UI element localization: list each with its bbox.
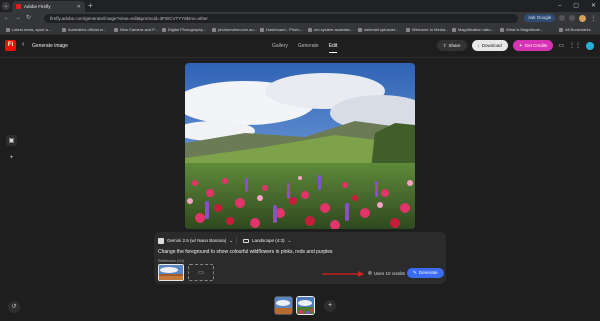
url-field[interactable]: firefly.adobe.com/generate/image?view=ed… xyxy=(44,14,518,23)
header-actions: ⇪ Share ↓ Download ✦ Get Credits ▭ ⋮⋮ xyxy=(436,40,594,51)
generate-button[interactable]: ✎ Generate xyxy=(407,268,444,278)
add-image-icon: ▭ xyxy=(198,270,204,276)
model-icon xyxy=(158,237,164,244)
image-tool-icon[interactable]: ▣ xyxy=(6,135,17,146)
sparkle-icon: ✦ xyxy=(518,43,523,48)
reload-icon[interactable]: ↻ xyxy=(26,15,31,22)
bookmark-item[interactable]: What is Magnificati... xyxy=(500,27,543,32)
page-title: Generate image xyxy=(32,43,68,49)
get-credits-button[interactable]: ✦ Get Credits xyxy=(512,40,554,51)
chevron-down-icon: ⌄ xyxy=(229,237,234,243)
references-label: References (1/4) xyxy=(158,259,185,263)
profile-avatar[interactable] xyxy=(579,14,587,22)
chevron-down-icon: ⌄ xyxy=(287,237,292,243)
all-bookmarks[interactable]: All Bookmarks xyxy=(559,27,591,32)
extension-icon[interactable] xyxy=(569,15,576,21)
filmstrip-thumbnail[interactable] xyxy=(274,296,293,315)
prompt-panel: Gemini 2.5 (w/ Nano Banana) ⌄ Landscape … xyxy=(154,232,446,284)
address-bar-actions: Ask Google ⋮ xyxy=(524,14,596,22)
apps-grid-icon[interactable]: ⋮⋮ xyxy=(569,42,581,49)
browser-tab-bar: ⌄ Adobe Firefly ✕ + – ▢ ✕ xyxy=(0,0,600,12)
model-label: Gemini 2.5 (w/ Nano Banana) xyxy=(167,238,227,243)
credits-icon: ◍ xyxy=(368,270,372,275)
aspect-ratio-label: Landscape (4:3) xyxy=(252,238,285,243)
new-tab-icon[interactable]: + xyxy=(88,1,93,11)
back-icon[interactable]: ← xyxy=(4,15,10,22)
firefly-logo[interactable]: Fi xyxy=(5,40,16,51)
reference-thumbnail[interactable] xyxy=(158,264,184,281)
divider xyxy=(236,237,237,244)
extension-icon[interactable] xyxy=(559,15,566,21)
browser-menu-icon[interactable]: ⋮ xyxy=(590,15,596,22)
bookmark-item[interactable]: Australia's official w... xyxy=(62,27,106,32)
share-icon: ⇪ xyxy=(442,43,447,48)
add-variation-icon[interactable]: + xyxy=(324,299,336,312)
download-button[interactable]: ↓ Download xyxy=(471,40,508,51)
browser-nav-icons: ← → ↻ xyxy=(4,15,31,22)
back-arrow-icon[interactable]: ‹ xyxy=(22,41,24,49)
bookmark-item[interactable]: webmail.optusnet... xyxy=(358,27,398,32)
filmstrip: + xyxy=(274,296,336,315)
address-bar-row: ← → ↻ firefly.adobe.com/generate/image?v… xyxy=(0,12,600,25)
comment-icon[interactable]: ▭ xyxy=(558,42,564,49)
bookmark-item[interactable]: om system australia... xyxy=(308,27,353,32)
share-button[interactable]: ⇪ Share xyxy=(436,40,467,51)
prompt-input[interactable]: Change the foreground to show colourful … xyxy=(158,249,333,255)
bookmark-item[interactable]: Welcome to Media... xyxy=(406,27,448,32)
annotation-arrow xyxy=(322,271,364,277)
download-icon: ↓ xyxy=(477,43,480,48)
bookmark-item[interactable]: photoreview.com.au... xyxy=(212,27,257,32)
bookmark-item[interactable]: Digital Photography... xyxy=(162,27,206,32)
credit-cost: ◍ Uses 10 credits xyxy=(368,270,405,276)
browser-tab[interactable]: Adobe Firefly ✕ xyxy=(12,1,85,12)
tab-title: Adobe Firefly xyxy=(24,4,51,9)
bookmarks-bar: Latest news, sport a... Australia's offi… xyxy=(0,25,600,35)
add-reference-button[interactable]: ▭ xyxy=(188,264,214,281)
history-icon[interactable]: ↺ xyxy=(8,301,20,313)
ask-google-button[interactable]: Ask Google xyxy=(524,14,556,22)
model-selector[interactable]: Gemini 2.5 (w/ Nano Banana) ⌄ xyxy=(158,236,233,245)
close-window-icon[interactable]: ✕ xyxy=(591,1,596,11)
bookmark-item[interactable]: Magnification ratio... xyxy=(452,27,494,32)
adobe-favicon-icon xyxy=(16,4,21,9)
tab-search-icon[interactable]: ⌄ xyxy=(2,2,10,10)
window-controls: – ▢ ✕ xyxy=(558,1,596,11)
app-header: Fi ‹ Generate image Gallery Generate Edi… xyxy=(0,35,600,58)
tab-close-icon[interactable]: ✕ xyxy=(77,4,81,10)
bookmark-item[interactable]: Latest news, sport a... xyxy=(6,27,51,32)
add-tool-icon[interactable]: + xyxy=(6,152,17,163)
minimize-icon[interactable]: – xyxy=(558,1,561,11)
tab-gallery[interactable]: Gallery xyxy=(272,43,288,53)
top-nav: Gallery Generate Edit xyxy=(272,43,338,53)
tab-edit[interactable]: Edit xyxy=(328,43,338,53)
forward-icon[interactable]: → xyxy=(15,15,21,22)
aspect-ratio-selector[interactable]: Landscape (4:3) ⌄ xyxy=(243,236,291,245)
generate-icon: ✎ xyxy=(413,270,417,275)
tab-generate[interactable]: Generate xyxy=(298,43,319,53)
generated-image xyxy=(185,63,415,229)
maximize-icon[interactable]: ▢ xyxy=(573,1,579,11)
aspect-ratio-icon xyxy=(243,238,249,243)
bookmark-item[interactable]: New Camera and P... xyxy=(114,27,158,32)
user-avatar[interactable] xyxy=(586,41,594,50)
filmstrip-thumbnail-selected[interactable] xyxy=(296,296,315,315)
bookmark-item[interactable]: Dashboard - Photo... xyxy=(260,27,303,32)
